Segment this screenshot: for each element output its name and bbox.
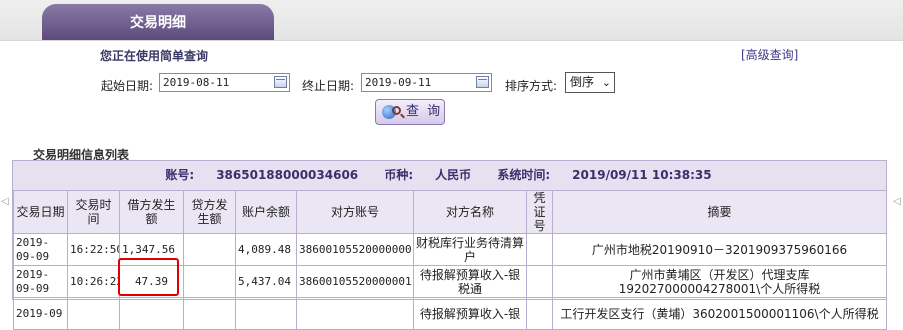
account-label: 账号:	[165, 168, 195, 182]
column-header[interactable]: 贷方发生额	[183, 190, 236, 234]
cell-counter-name: 待报解预算收入-银税通	[413, 265, 527, 298]
top-bar: 交易明细	[0, 0, 903, 41]
end-date-label: 终止日期:	[302, 79, 355, 93]
highlight-box	[118, 258, 179, 296]
table-row[interactable]: 2019-09 待报解预算收入-银 工行开发区支行（黄埔）36020015000…	[13, 297, 887, 330]
end-date-value: 2019-09-11	[365, 76, 432, 89]
cell-credit	[183, 265, 236, 298]
sort-value: 倒序	[570, 75, 595, 89]
query-button[interactable]: 查 询	[375, 99, 445, 125]
cell-voucher	[526, 265, 553, 298]
column-header[interactable]: 对方名称	[413, 190, 527, 234]
cell-date: 2019-09-09	[13, 265, 68, 298]
system-time-value: 2019/09/11 10:38:35	[572, 168, 712, 182]
account-info-bar: 账号: 38650188000034606 币种: 人民币 系统时间: 2019/09…	[13, 161, 886, 190]
cell-date: 2019-09	[13, 297, 68, 330]
advanced-query-link[interactable]: [高级查询]	[741, 46, 798, 63]
cell-voucher	[526, 297, 553, 330]
account-value: 38650188000034606	[216, 168, 359, 182]
start-date-label: 起始日期:	[101, 79, 154, 93]
cell-date: 2019-09-09	[13, 233, 68, 266]
cell-voucher	[526, 233, 553, 266]
left-collapse-icon[interactable]: ◁	[1, 196, 9, 207]
search-icon	[392, 106, 401, 115]
column-header[interactable]: 交易时间	[67, 190, 120, 234]
cell-debit	[119, 297, 184, 330]
currency-label: 币种:	[384, 168, 414, 182]
cell-memo: 广州市黄埔区（开发区）代理支库192027000004278001\个人所得税	[552, 265, 887, 298]
cell-counter-name: 待报解预算收入-银	[413, 297, 527, 330]
table-header-row: 交易日期 交易时间 借方发生额 贷方发生额 账户余额 对方账号 对方名称 凭证号…	[13, 190, 887, 234]
cell-balance: 5,437.04	[235, 265, 297, 298]
currency-value: 人民币	[435, 168, 472, 182]
end-date-field[interactable]: 2019-09-11	[361, 73, 492, 92]
cell-counter-name: 财税库行业务待清算户	[413, 233, 527, 266]
cell-memo: 工行开发区支行（黄埔）3602001500001106\个人所得税	[552, 297, 887, 330]
sort-select[interactable]: 倒序 ⌄	[565, 72, 615, 93]
cell-counter-account: 38600105520000001	[296, 265, 414, 298]
cell-time: 16:22:50	[67, 233, 120, 266]
cell-counter-account: 38600105520000000	[296, 233, 414, 266]
query-mode-text: 您正在使用简单查询	[100, 49, 209, 63]
chevron-down-icon: ⌄	[601, 76, 611, 89]
column-header[interactable]: 账户余额	[235, 190, 297, 234]
start-date-field[interactable]: 2019-08-11	[159, 73, 290, 92]
start-date-value: 2019-08-11	[163, 76, 230, 89]
cell-balance	[235, 297, 297, 330]
cell-time: 10:26:22	[67, 265, 120, 298]
calendar-icon[interactable]	[476, 76, 489, 88]
cell-counter-account	[296, 297, 414, 330]
system-time-label: 系统时间:	[497, 168, 551, 182]
column-header[interactable]: 对方账号	[296, 190, 414, 234]
cell-credit	[183, 297, 236, 330]
sort-label: 排序方式:	[505, 79, 558, 93]
cell-memo: 广州市地税20190910－3201909375960166	[552, 233, 887, 266]
cell-time	[67, 297, 120, 330]
tab-transaction-detail[interactable]: 交易明细	[42, 4, 274, 40]
column-header[interactable]: 凭证号	[526, 190, 553, 234]
calendar-icon[interactable]	[274, 76, 287, 88]
cell-credit	[183, 233, 236, 266]
column-header[interactable]: 摘要	[552, 190, 887, 234]
column-header[interactable]: 交易日期	[13, 190, 68, 234]
right-collapse-icon[interactable]: ◁	[893, 196, 901, 207]
query-button-label: 查 询	[406, 104, 443, 119]
column-header[interactable]: 借方发生额	[119, 190, 184, 234]
cell-balance: 4,089.48	[235, 233, 297, 266]
